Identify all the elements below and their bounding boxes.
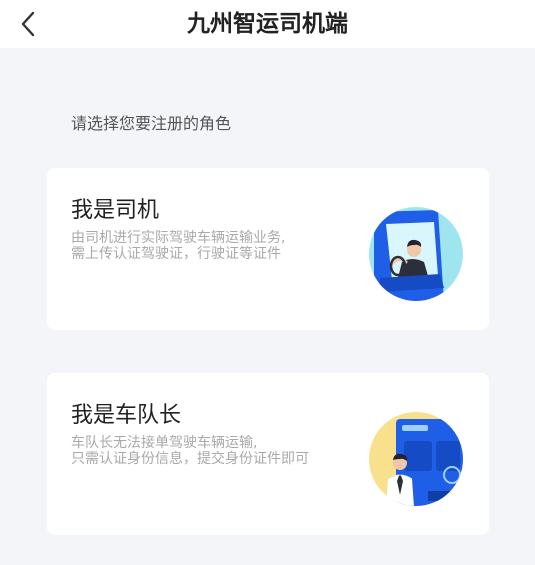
page-title: 九州智运司机端	[187, 11, 348, 37]
truck-driver-illustration	[369, 207, 463, 301]
role-description: 由司机进行实际驾驶车辆运输业务, 需上传认证驾驶证，行驶证等证件	[71, 230, 286, 262]
fleet-captain-illustration	[369, 412, 463, 506]
role-card-captain[interactable]: 我是车队长 车队长无法接单驾驶车辆运输, 只需认证身份信息，提交身份证件即可	[47, 373, 489, 535]
role-prompt: 请选择您要注册的角色	[71, 114, 232, 133]
role-description: 车队长无法接单驾驶车辆运输, 只需认证身份信息，提交身份证件即可	[71, 435, 309, 467]
role-title: 我是司机	[71, 198, 160, 223]
role-title: 我是车队长	[71, 403, 182, 428]
role-card-driver[interactable]: 我是司机 由司机进行实际驾驶车辆运输业务, 需上传认证驾驶证，行驶证等证件	[47, 168, 489, 330]
app-header: 九州智运司机端	[0, 0, 535, 48]
